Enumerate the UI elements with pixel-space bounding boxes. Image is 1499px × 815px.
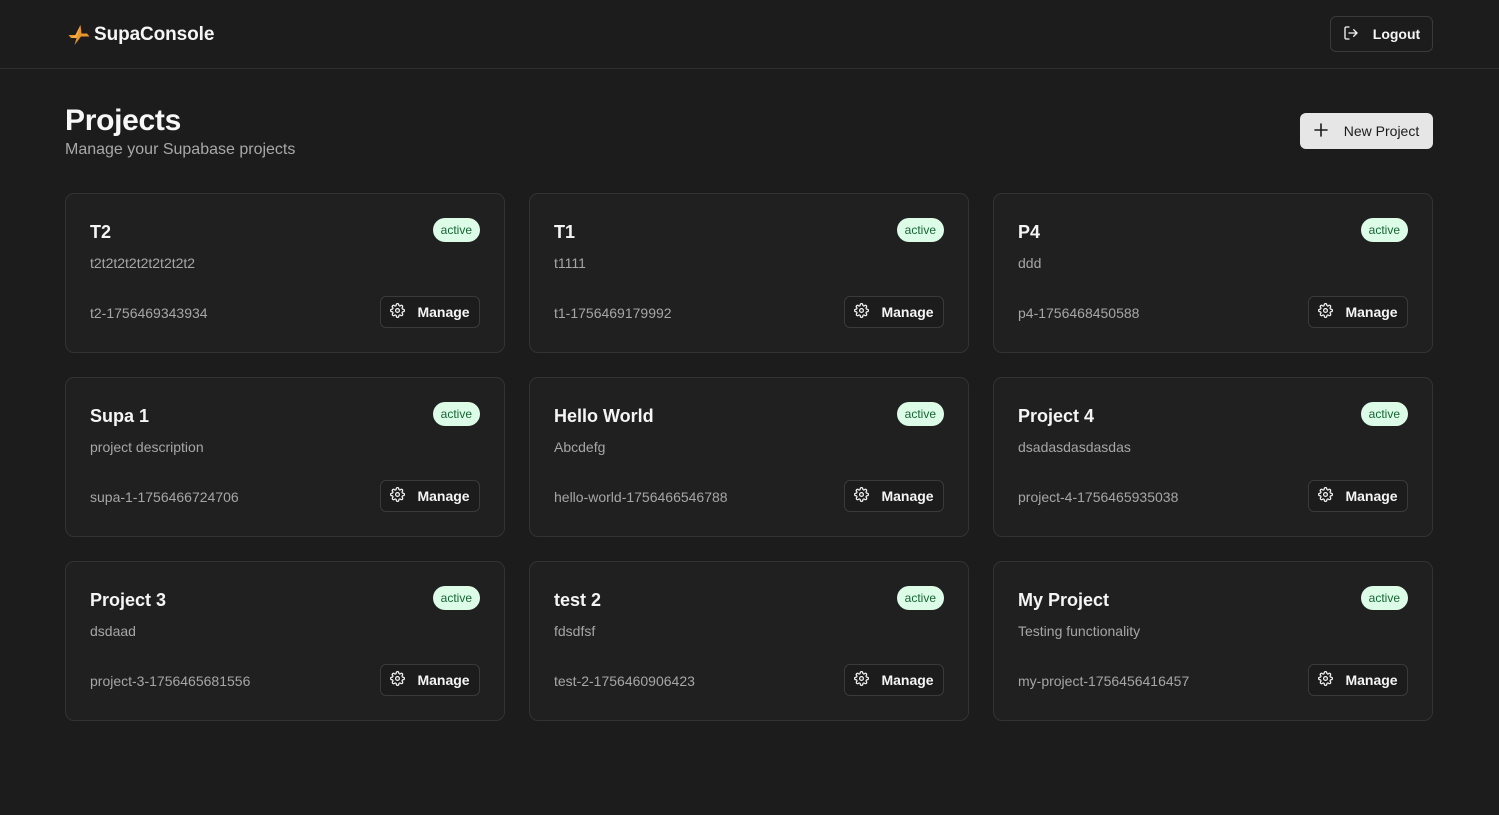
gear-icon (390, 671, 406, 689)
new-project-label: New Project (1343, 123, 1420, 139)
page-header: Projects Manage your Supabase projects (65, 102, 295, 159)
new-project-button[interactable]: New Project (1300, 113, 1433, 149)
manage-button[interactable]: Manage (380, 296, 480, 328)
project-slug: test-2-1756460906423 (554, 673, 695, 689)
manage-label: Manage (417, 488, 470, 504)
manage-label: Manage (1345, 304, 1398, 320)
app-name: SupaConsole (94, 24, 215, 45)
project-card[interactable]: Project 3 active dsdaad project-3-175646… (65, 561, 505, 721)
status-badge: active (1360, 402, 1408, 426)
project-description: project description (90, 439, 204, 455)
project-description: t2t2t2t2t2t2t2t2t2 (90, 255, 196, 271)
gear-icon (1318, 487, 1334, 505)
project-slug: t1-1756469179992 (554, 305, 672, 321)
project-slug: hello-world-1756466546788 (554, 489, 728, 505)
project-name: Project 3 (90, 590, 167, 610)
status-badge: active (896, 218, 944, 242)
gear-icon (390, 303, 406, 321)
status-badge: active (896, 402, 944, 426)
project-slug: project-3-1756465681556 (90, 673, 251, 689)
project-card[interactable]: test 2 active fdsdfsf test-2-17564609064… (529, 561, 969, 721)
project-card[interactable]: Hello World active Abcdefg hello-world-1… (529, 377, 969, 537)
manage-button[interactable]: Manage (380, 480, 480, 512)
project-description: dsadasdasdasdas (1018, 439, 1131, 455)
project-name: P4 (1018, 222, 1041, 242)
project-card[interactable]: P4 active ddd p4-1756468450588 Manage (993, 193, 1433, 353)
project-slug: my-project-1756456416457 (1018, 673, 1190, 689)
status-badge: active (432, 402, 480, 426)
project-slug: p4-1756468450588 (1018, 305, 1140, 321)
project-card[interactable]: Supa 1 active project description supa-1… (65, 377, 505, 537)
gear-icon (854, 671, 870, 689)
manage-button[interactable]: Manage (1308, 296, 1408, 328)
manage-button[interactable]: Manage (844, 480, 944, 512)
manage-button[interactable]: Manage (844, 296, 944, 328)
project-slug: supa-1-1756466724706 (90, 489, 239, 505)
project-card[interactable]: Project 4 active dsadasdasdasdas project… (993, 377, 1433, 537)
status-badge: active (1360, 586, 1408, 610)
project-description: dsdaad (90, 623, 136, 639)
status-badge: active (432, 586, 480, 610)
gear-icon (1318, 303, 1334, 321)
gear-icon (390, 487, 406, 505)
logout-label: Logout (1372, 26, 1421, 42)
project-slug: project-4-1756465935038 (1018, 489, 1179, 505)
project-name: Project 4 (1018, 406, 1095, 426)
project-card[interactable]: My Project active Testing functionality … (993, 561, 1433, 721)
project-name: My Project (1018, 590, 1110, 610)
manage-button[interactable]: Manage (380, 664, 480, 696)
project-name: Hello World (554, 406, 654, 426)
status-badge: active (432, 218, 480, 242)
project-name: Supa 1 (90, 406, 150, 426)
manage-label: Manage (417, 672, 470, 688)
manage-label: Manage (881, 672, 934, 688)
gear-icon (854, 303, 870, 321)
brand[interactable]: SupaConsole (68, 22, 214, 48)
manage-label: Manage (881, 488, 934, 504)
project-name: test 2 (554, 590, 602, 610)
manage-button[interactable]: Manage (1308, 664, 1408, 696)
manage-label: Manage (1345, 488, 1398, 504)
logout-button[interactable]: Logout (1330, 16, 1433, 52)
project-description: Abcdefg (554, 439, 606, 455)
gear-icon (1318, 671, 1334, 689)
project-name: T1 (554, 222, 576, 242)
manage-label: Manage (881, 304, 934, 320)
project-card[interactable]: T1 active t1111 t1-1756469179992 Manage (529, 193, 969, 353)
gear-icon (854, 487, 870, 505)
page-title: Projects (65, 104, 181, 137)
project-description: fdsdfsf (554, 623, 596, 639)
project-description: Testing functionality (1018, 623, 1141, 639)
manage-button[interactable]: Manage (844, 664, 944, 696)
top-navigation-bar: SupaConsole Logout (0, 0, 1499, 69)
page-subtitle: Manage your Supabase projects (65, 141, 296, 158)
plus-icon (1313, 122, 1328, 140)
status-badge: active (896, 586, 944, 610)
manage-label: Manage (417, 304, 470, 320)
bolt-logo-icon (68, 24, 90, 46)
manage-label: Manage (1345, 672, 1398, 688)
manage-button[interactable]: Manage (1308, 480, 1408, 512)
status-badge: active (1360, 218, 1408, 242)
project-card[interactable]: T2 active t2t2t2t2t2t2t2t2t2 t2-17564693… (65, 193, 505, 353)
project-description: t1111 (554, 255, 586, 271)
project-description: ddd (1018, 255, 1042, 271)
project-name: T2 (90, 222, 112, 242)
logout-icon (1343, 25, 1359, 44)
project-slug: t2-1756469343934 (90, 305, 208, 321)
